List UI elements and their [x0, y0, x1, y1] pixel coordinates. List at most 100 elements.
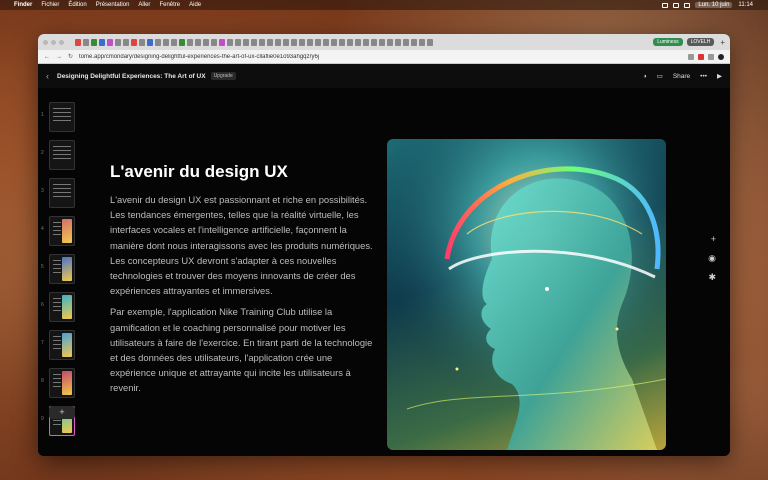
browser-tab[interactable]: [347, 38, 353, 46]
profile-avatar[interactable]: [718, 53, 724, 60]
browser-tab[interactable]: [171, 38, 177, 46]
record-icon[interactable]: ◉: [708, 253, 716, 264]
slide-hero-image[interactable]: [387, 139, 666, 450]
browser-tab[interactable]: [323, 38, 329, 46]
browser-tab[interactable]: [235, 38, 241, 46]
browser-tab[interactable]: [315, 38, 321, 46]
browser-tab[interactable]: [363, 38, 369, 46]
control-center-icon[interactable]: [684, 2, 691, 8]
browser-tab[interactable]: [251, 38, 257, 46]
browser-tab[interactable]: [419, 38, 425, 46]
browser-tab[interactable]: [339, 38, 345, 46]
browser-tab[interactable]: [91, 38, 97, 46]
slide-thumbnail[interactable]: [49, 140, 75, 170]
browser-tab[interactable]: [307, 38, 313, 46]
extension-icon[interactable]: [698, 53, 704, 60]
tome-header: ‹ Designing Delightful Experiences: The …: [38, 64, 730, 88]
tab-group-luminess[interactable]: Luminess: [653, 38, 683, 46]
browser-tab[interactable]: [331, 38, 337, 46]
comment-icon[interactable]: ▭: [657, 72, 663, 80]
forward-arrow-icon[interactable]: →: [56, 54, 62, 60]
minimize-window-button[interactable]: [51, 39, 56, 45]
slide-number: 5: [41, 264, 44, 270]
browser-tab[interactable]: [75, 38, 81, 46]
slide-number: 3: [41, 188, 44, 194]
browser-tab[interactable]: [387, 38, 393, 46]
browser-tab[interactable]: [291, 38, 297, 46]
slide-text-block: L'avenir du design UX L'avenir du design…: [110, 162, 375, 402]
browser-tab[interactable]: [403, 38, 409, 46]
theme-icon[interactable]: ◑: [643, 73, 647, 80]
extension-icon[interactable]: [688, 53, 694, 60]
slide-thumbnail[interactable]: [49, 102, 75, 132]
browser-tab[interactable]: [227, 38, 233, 46]
browser-tab[interactable]: [147, 38, 153, 46]
menu-app-name[interactable]: Finder: [14, 2, 32, 8]
browser-tab[interactable]: [411, 38, 417, 46]
theme-palette-icon[interactable]: ✱: [708, 272, 716, 283]
slide-thumbnail[interactable]: [49, 178, 75, 208]
browser-tab[interactable]: [195, 38, 201, 46]
browser-tab[interactable]: [299, 38, 305, 46]
add-slide-button[interactable]: +: [49, 406, 75, 419]
thumbnail-image: [62, 295, 72, 319]
extension-icon[interactable]: [708, 53, 714, 60]
browser-tab[interactable]: [427, 38, 433, 46]
browser-tab[interactable]: [395, 38, 401, 46]
share-button[interactable]: Share: [673, 73, 690, 80]
browser-tab[interactable]: [123, 38, 129, 46]
menu-fenetre[interactable]: Fenêtre: [159, 2, 180, 8]
slide-paragraph[interactable]: L'avenir du design UX est passionnant et…: [110, 192, 375, 298]
browser-tab[interactable]: [259, 38, 265, 46]
wifi-icon[interactable]: [662, 2, 669, 8]
slide-title[interactable]: L'avenir du design UX: [110, 162, 375, 182]
browser-tab[interactable]: [219, 38, 225, 46]
menu-time[interactable]: 11:14: [738, 2, 753, 8]
battery-icon[interactable]: [673, 2, 680, 8]
browser-tab[interactable]: [355, 38, 361, 46]
slide-paragraph[interactable]: Par exemple, l'application Nike Training…: [110, 304, 375, 395]
browser-tab[interactable]: [155, 38, 161, 46]
menu-date[interactable]: Lun. 10 juin: [695, 2, 733, 8]
address-bar: ← → ↻ tome.app/cmondary/designing-deligh…: [38, 50, 730, 64]
tab-group-lovelh[interactable]: LOVELH: [686, 38, 715, 46]
menu-aide[interactable]: Aide: [189, 2, 201, 8]
browser-tab[interactable]: [179, 38, 185, 46]
browser-tab[interactable]: [203, 38, 209, 46]
browser-tab[interactable]: [243, 38, 249, 46]
back-arrow-icon[interactable]: ←: [44, 54, 50, 60]
slide-thumbnail[interactable]: [49, 368, 75, 398]
reload-icon[interactable]: ↻: [68, 53, 73, 60]
browser-tab[interactable]: [131, 38, 137, 46]
menu-fichier[interactable]: Fichier: [41, 2, 59, 8]
more-menu-button[interactable]: •••: [700, 73, 707, 80]
add-element-icon[interactable]: +: [711, 234, 716, 244]
browser-tab[interactable]: [115, 38, 121, 46]
menu-edition[interactable]: Édition: [68, 2, 86, 8]
upgrade-badge[interactable]: Upgrade: [210, 72, 236, 80]
browser-tab[interactable]: [163, 38, 169, 46]
browser-tab[interactable]: [187, 38, 193, 46]
browser-tab[interactable]: [211, 38, 217, 46]
browser-tab[interactable]: [275, 38, 281, 46]
play-button[interactable]: ▶: [717, 72, 722, 80]
browser-tab[interactable]: [371, 38, 377, 46]
browser-tab[interactable]: [99, 38, 105, 46]
slide-thumbnail[interactable]: [49, 254, 75, 284]
browser-tab[interactable]: [283, 38, 289, 46]
new-tab-button[interactable]: +: [720, 38, 725, 47]
menu-presentation[interactable]: Présentation: [96, 2, 130, 8]
url-field[interactable]: tome.app/cmondary/designing-delightful-e…: [79, 54, 684, 60]
browser-tab[interactable]: [267, 38, 273, 46]
chevron-left-icon[interactable]: ‹: [46, 71, 49, 81]
zoom-window-button[interactable]: [59, 39, 64, 45]
browser-tab[interactable]: [107, 38, 113, 46]
browser-tab[interactable]: [83, 38, 89, 46]
slide-thumbnail[interactable]: [49, 330, 75, 360]
browser-tab[interactable]: [139, 38, 145, 46]
slide-thumbnail[interactable]: [49, 292, 75, 322]
close-window-button[interactable]: [43, 39, 48, 45]
menu-aller[interactable]: Aller: [138, 2, 150, 8]
browser-tab[interactable]: [379, 38, 385, 46]
slide-thumbnail[interactable]: [49, 216, 75, 246]
